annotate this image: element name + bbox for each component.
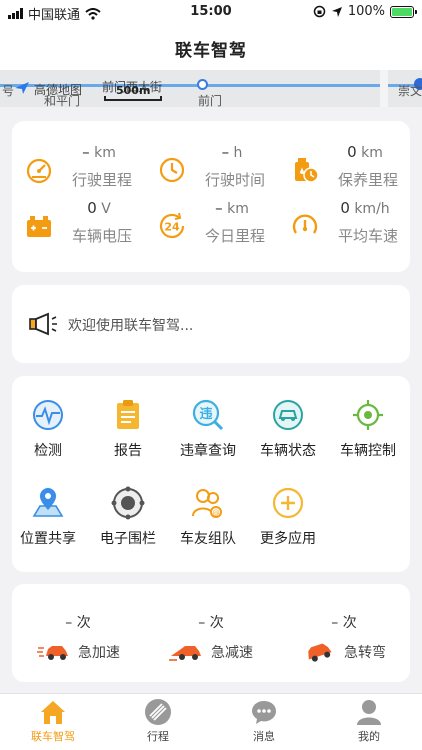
app-detection[interactable]: 检测 xyxy=(8,398,88,460)
clock-icon xyxy=(159,157,185,183)
stat-label: 平均车速 xyxy=(337,227,398,245)
app-report[interactable]: 报告 xyxy=(88,398,168,460)
behavior-label: 急加速 xyxy=(78,645,120,661)
app-car-friends[interactable]: @ 车友组队 xyxy=(168,486,248,548)
profile-icon xyxy=(357,700,381,725)
map-area-label: 崇文 xyxy=(398,84,422,98)
map-strip[interactable]: 号 高德地图 前门西大街 500m 前门 和平门 崇文 xyxy=(0,70,422,107)
location-share-icon xyxy=(32,488,64,517)
message-icon xyxy=(252,701,276,724)
behavior-rapid-decel[interactable]: – 次 急减速 xyxy=(145,612,277,672)
stat-label: 行驶里程 xyxy=(71,171,132,189)
more-apps-icon xyxy=(272,487,304,519)
rapid-accel-icon xyxy=(37,646,68,660)
detection-icon xyxy=(33,400,63,430)
map-label: 号 xyxy=(2,84,15,98)
status-bar: 中国联通 15:00 100% xyxy=(0,0,422,26)
driving-behavior-card: – 次 急加速 – 次 急减速 – 次 急转弯 xyxy=(12,584,410,682)
subway-station-icon xyxy=(197,79,208,90)
app-vehicle-status[interactable]: 车辆状态 xyxy=(248,398,328,460)
stat-drive-time[interactable]: – h 行驶时间 xyxy=(145,143,277,197)
megaphone-icon xyxy=(29,312,57,336)
stat-label: 车辆电压 xyxy=(71,227,132,245)
stat-maintenance[interactable]: 0 km 保养里程 xyxy=(278,143,410,197)
24h-icon: 24 xyxy=(159,212,185,239)
stat-label: 今日里程 xyxy=(204,227,265,245)
tab-bar: 联车智驾 行程 消息 我的 xyxy=(0,693,422,750)
stat-today-mileage[interactable]: 24 – km 今日里程 xyxy=(145,199,277,253)
stat-mileage[interactable]: – km 行驶里程 xyxy=(12,143,144,197)
speedometer-icon xyxy=(26,158,52,184)
stat-label: 保养里程 xyxy=(337,171,398,189)
nav-bar: 联车智驾 xyxy=(0,26,422,70)
vehicle-control-icon xyxy=(353,400,383,430)
stat-label: 行驶时间 xyxy=(204,171,265,189)
stat-voltage[interactable]: 0 V 车辆电压 xyxy=(12,199,144,253)
behavior-sharp-turn[interactable]: – 次 急转弯 xyxy=(278,612,410,672)
battery-icon xyxy=(27,216,51,237)
apps-grid-card: 检测 报告 违 违章查询 车辆状态 车辆控制 位置共享 电子围栏 @ 车友组队 … xyxy=(12,376,410,572)
behavior-count: – 次 xyxy=(331,615,357,631)
behavior-label: 急减速 xyxy=(211,645,253,661)
behavior-rapid-accel[interactable]: – 次 急加速 xyxy=(12,612,144,672)
notice-card[interactable]: 欢迎使用联车智驾... xyxy=(12,285,410,363)
report-icon xyxy=(117,400,139,429)
notice-text: 欢迎使用联车智驾... xyxy=(68,318,194,334)
rotation-lock-icon xyxy=(313,5,326,18)
app-vehicle-control[interactable]: 车辆控制 xyxy=(328,398,408,460)
geofence-icon xyxy=(111,486,145,520)
amap-logo-icon xyxy=(15,82,29,94)
location-arrow-icon xyxy=(331,6,342,17)
trip-icon xyxy=(145,699,171,725)
map-road xyxy=(380,70,388,107)
app-location-share[interactable]: 位置共享 xyxy=(8,486,88,548)
behavior-count: – 次 xyxy=(198,615,224,631)
stat-avg-speed[interactable]: 0 km/h 平均车速 xyxy=(278,199,410,253)
behavior-count: – 次 xyxy=(65,615,91,631)
svg-text:违: 违 xyxy=(199,406,212,422)
vehicle-stats-card: – km 行驶里程 – h 行驶时间 0 km 保养里程 0 V 车辆电压 24… xyxy=(12,121,410,272)
map-station-label: 前门 xyxy=(198,94,223,107)
tab-home[interactable]: 联车智驾 xyxy=(3,698,103,744)
svg-text:24: 24 xyxy=(164,221,180,234)
tab-messages[interactable]: 消息 xyxy=(214,698,314,744)
battery-icon xyxy=(390,5,417,18)
page-title: 联车智驾 xyxy=(175,40,247,61)
battery-percent: 100% xyxy=(347,4,385,19)
car-friends-icon: @ xyxy=(192,489,222,518)
vehicle-status-icon xyxy=(273,400,303,430)
map-area-label: 和平门 xyxy=(44,94,81,107)
tab-profile[interactable]: 我的 xyxy=(319,698,419,744)
home-icon xyxy=(41,701,65,724)
rapid-decel-icon xyxy=(169,646,201,661)
app-geofence[interactable]: 电子围栏 xyxy=(88,486,168,548)
tab-trip[interactable]: 行程 xyxy=(108,698,208,744)
oil-maintenance-icon xyxy=(295,158,319,183)
map-scale-label: 500m xyxy=(116,84,151,97)
violation-query-icon: 违 xyxy=(192,399,224,431)
behavior-label: 急转弯 xyxy=(344,645,386,661)
gauge-icon xyxy=(292,214,318,234)
app-violation-query[interactable]: 违 违章查询 xyxy=(168,398,248,460)
svg-text:@: @ xyxy=(213,509,220,517)
sharp-turn-icon xyxy=(308,643,332,662)
app-more[interactable]: 更多应用 xyxy=(248,486,328,548)
